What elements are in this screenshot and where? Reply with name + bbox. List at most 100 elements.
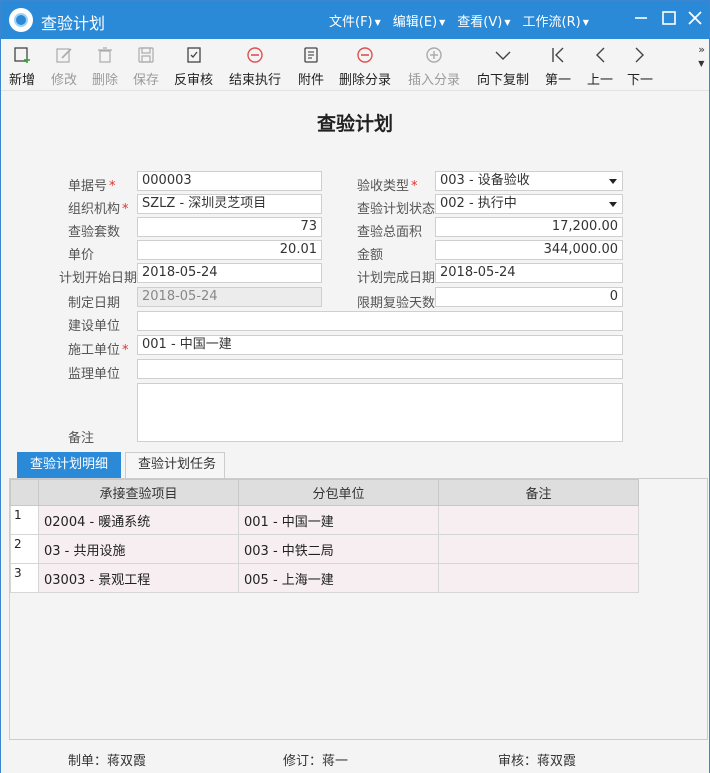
column-header[interactable]: 备注 [438, 479, 639, 506]
unit-price-field[interactable]: 20.01 [137, 240, 322, 260]
tab-plan-detail[interactable]: 查验计划明细 [17, 452, 121, 478]
first-button[interactable]: 第一 [545, 45, 571, 88]
insert-entry-button[interactable]: 插入分录 [408, 45, 460, 88]
table-row[interactable]: 1 02004 - 暖通系统 001 - 中国一建 [10, 505, 639, 535]
trash-icon [98, 47, 112, 63]
remark-cell[interactable] [438, 505, 639, 535]
menu-workflow[interactable]: 工作流(R) ▼ [523, 11, 589, 30]
edit-label: 修改 [51, 73, 78, 88]
construct-unit-field[interactable]: 001 - 中国一建 [137, 335, 623, 355]
amount-label: 金额 [357, 248, 384, 263]
minimize-icon [635, 17, 647, 19]
row-number: 2 [10, 534, 39, 564]
supervise-unit-field[interactable] [137, 359, 623, 379]
doc-no-label: 单据号 * [68, 179, 116, 194]
first-label: 第一 [545, 73, 572, 88]
delete-button[interactable]: 删除 [92, 45, 118, 88]
table-row[interactable]: 3 03003 - 景观工程 005 - 上海一建 [10, 563, 639, 593]
next-label: 下一 [627, 73, 654, 88]
edit-button[interactable]: 修改 [51, 45, 77, 88]
column-header[interactable]: 承接查验项目 [38, 479, 239, 506]
delete-entry-label: 删除分录 [339, 73, 392, 88]
tab-plan-task[interactable]: 查验计划任务 [125, 452, 225, 478]
plan-status-select[interactable]: 002 - 执行中 [435, 194, 623, 214]
caret-down-icon: ▼ [582, 18, 589, 27]
attachment-button[interactable]: 附件 [298, 45, 324, 88]
copy-down-label: 向下复制 [477, 73, 530, 88]
subcontractor-cell[interactable]: 003 - 中铁二局 [238, 534, 439, 564]
plus-circle-icon [426, 47, 442, 63]
unaudit-label: 反审核 [174, 73, 214, 88]
total-area-field[interactable]: 17,200.00 [435, 217, 623, 237]
remark-cell[interactable] [438, 563, 639, 593]
first-page-icon [552, 47, 564, 63]
construct-unit-label: 施工单位 * [68, 343, 129, 358]
insert-entry-label: 插入分录 [408, 73, 461, 88]
row-number: 3 [10, 563, 39, 593]
plan-status-value: 002 - 执行中 [440, 196, 517, 211]
menu-view[interactable]: 查看(V) ▼ [457, 11, 510, 30]
required-mark: * [109, 179, 116, 194]
remark-label: 备注 [68, 431, 95, 446]
chevron-down-icon [495, 51, 511, 60]
unit-price-label: 单价 [68, 248, 95, 263]
close-icon [688, 11, 702, 25]
remark-field[interactable] [137, 383, 623, 442]
dropdown-arrow-icon [609, 179, 617, 184]
delete-entry-button[interactable]: 删除分录 [339, 45, 391, 88]
menu-edit[interactable]: 编辑(E) ▼ [393, 11, 446, 30]
set-count-label: 查验套数 [68, 225, 121, 240]
attachment-label: 附件 [298, 73, 325, 88]
plan-status-label: 查验计划状态 [357, 202, 436, 217]
new-button[interactable]: 新增 [9, 45, 35, 88]
item-cell[interactable]: 03 - 共用设施 [38, 534, 239, 564]
required-mark: * [122, 202, 129, 217]
toolbar: 新增 修改 删除 保存 反审核 结束执行 附件 删除分录 插入分录 向下复制 第… [1, 39, 709, 91]
made-date-label: 制定日期 [68, 296, 121, 311]
plan-end-label: 计划完成日期 [357, 271, 436, 286]
remark-cell[interactable] [438, 534, 639, 564]
maximize-button[interactable] [659, 10, 679, 30]
chevron-right-icon [635, 47, 644, 63]
item-cell[interactable]: 02004 - 暖通系统 [38, 505, 239, 535]
minus-circle-icon [247, 47, 263, 63]
item-cell[interactable]: 03003 - 景观工程 [38, 563, 239, 593]
unaudit-button[interactable]: 反审核 [174, 45, 213, 88]
accept-type-select[interactable]: 003 - 设备验收 [435, 171, 623, 191]
next-button[interactable]: 下一 [627, 45, 653, 88]
form-title: 查验计划 [316, 113, 393, 135]
column-header[interactable]: 分包单位 [238, 479, 439, 506]
save-button[interactable]: 保存 [133, 45, 159, 88]
menu-bar: 文件(F) ▼ 编辑(E) ▼ 查看(V) ▼ 工作流(R) ▼ [329, 11, 601, 30]
close-button[interactable] [685, 10, 705, 30]
accept-type-value: 003 - 设备验收 [440, 173, 530, 188]
save-label: 保存 [133, 73, 160, 88]
end-exec-button[interactable]: 结束执行 [229, 45, 281, 88]
title-bar: 查验计划 文件(F) ▼ 编辑(E) ▼ 查看(V) ▼ 工作流(R) ▼ [1, 1, 709, 39]
org-field[interactable]: SZLZ - 深圳灵芝项目 [137, 194, 322, 214]
recheck-days-field[interactable]: 0 [435, 287, 623, 307]
prev-button[interactable]: 上一 [587, 45, 613, 88]
unaudit-icon [186, 47, 201, 63]
copy-down-button[interactable]: 向下复制 [477, 45, 529, 88]
new-label: 新增 [9, 73, 36, 88]
minus-circle-icon [357, 47, 373, 63]
reviser-text: 修订：蒋一 [283, 754, 349, 769]
table-header-row: 承接查验项目 分包单位 备注 [10, 479, 639, 506]
build-unit-field[interactable] [137, 311, 623, 331]
toolbar-overflow-button[interactable]: » ▼ [698, 43, 705, 69]
chevron-left-icon [596, 47, 605, 63]
subcontractor-cell[interactable]: 001 - 中国一建 [238, 505, 439, 535]
set-count-field[interactable]: 73 [137, 217, 322, 237]
document-icon [304, 47, 318, 63]
subcontractor-cell[interactable]: 005 - 上海一建 [238, 563, 439, 593]
plan-end-field[interactable]: 2018-05-24 [435, 263, 623, 283]
amount-field[interactable]: 344,000.00 [435, 240, 623, 260]
plan-start-field[interactable]: 2018-05-24 [137, 263, 322, 283]
doc-no-field[interactable]: 000003 [137, 171, 322, 191]
menu-file[interactable]: 文件(F) ▼ [329, 11, 381, 30]
save-icon [138, 47, 154, 63]
minimize-button[interactable] [631, 10, 651, 30]
prev-label: 上一 [587, 73, 614, 88]
table-row[interactable]: 2 03 - 共用设施 003 - 中铁二局 [10, 534, 639, 564]
